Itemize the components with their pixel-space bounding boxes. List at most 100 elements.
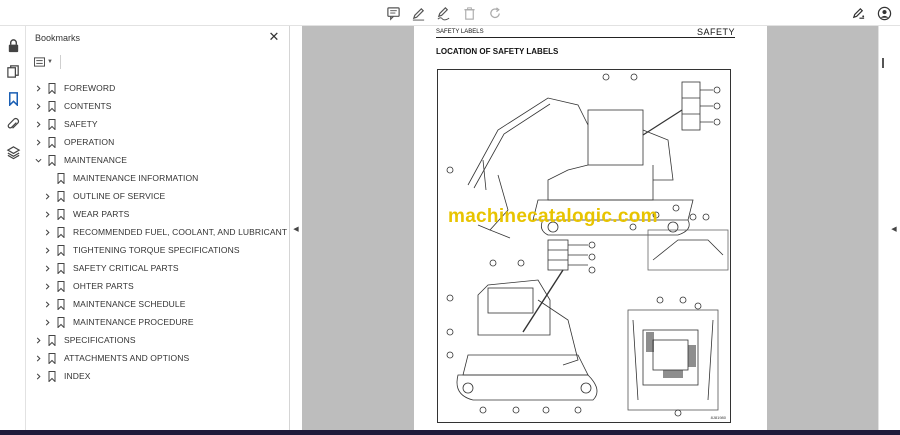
trash-icon[interactable] bbox=[461, 5, 477, 21]
pen-edit-icon[interactable] bbox=[850, 5, 866, 21]
chevron-down-icon: ▼ bbox=[47, 59, 53, 65]
pdf-viewer: Bookmarks ✕ ▼ FOREWORD CONTENTS SAFETY O… bbox=[0, 0, 900, 435]
top-toolbar bbox=[0, 0, 900, 26]
comment-icon[interactable] bbox=[385, 5, 401, 21]
bookmark-item[interactable]: MAINTENANCE bbox=[33, 151, 127, 169]
bookmark-icon bbox=[56, 190, 66, 202]
bookmark-icon bbox=[47, 154, 57, 166]
bookmark-label: ATTACHMENTS AND OPTIONS bbox=[64, 353, 190, 363]
bookmarks-panel: Bookmarks ✕ ▼ FOREWORD CONTENTS SAFETY O… bbox=[26, 26, 290, 435]
chevron-down-icon[interactable] bbox=[33, 155, 43, 165]
chevron-right-icon[interactable] bbox=[42, 299, 52, 309]
chevron-right-icon[interactable] bbox=[33, 137, 43, 147]
account-icon[interactable] bbox=[876, 5, 892, 21]
chevron-right-icon[interactable] bbox=[33, 335, 43, 345]
bookmark-item[interactable]: SAFETY bbox=[33, 115, 98, 133]
page-header-section: SAFETY LABELS bbox=[436, 29, 484, 35]
bookmark-label: MAINTENANCE PROCEDURE bbox=[73, 317, 194, 327]
signature-icon[interactable] bbox=[435, 5, 451, 21]
chevron-right-icon[interactable] bbox=[33, 101, 43, 111]
bookmark-label: WEAR PARTS bbox=[73, 209, 130, 219]
layers-icon[interactable] bbox=[4, 143, 22, 161]
pdf-page: SAFETY LABELS SAFETY LOCATION OF SAFETY … bbox=[414, 26, 767, 430]
bookmark-icon bbox=[56, 226, 66, 238]
bookmark-label: MAINTENANCE bbox=[64, 155, 127, 165]
bookmark-icon bbox=[47, 100, 57, 112]
bookmark-item[interactable]: ATTACHMENTS AND OPTIONS bbox=[33, 349, 189, 367]
bookmark-label: SPECIFICATIONS bbox=[64, 335, 136, 345]
bookmark-label: INDEX bbox=[64, 371, 91, 381]
bookmark-icon bbox=[56, 244, 66, 256]
bookmark-item[interactable]: MAINTENANCE INFORMATION bbox=[42, 169, 198, 187]
watermark-text: machinecatalogic.com bbox=[448, 206, 658, 227]
header-rule bbox=[436, 37, 735, 38]
bookmark-icon bbox=[56, 172, 66, 184]
panel-title: Bookmarks bbox=[35, 33, 81, 43]
bookmark-label: SAFETY bbox=[64, 119, 98, 129]
bookmark-item[interactable]: MAINTENANCE PROCEDURE bbox=[42, 313, 194, 331]
bookmark-icon bbox=[47, 352, 57, 364]
bookmark-item[interactable]: RECOMMENDED FUEL, COOLANT, AND LUBRICANT bbox=[42, 223, 287, 241]
bookmark-icon bbox=[47, 136, 57, 148]
chevron-right-icon[interactable] bbox=[42, 317, 52, 327]
document-viewport[interactable]: SAFETY LABELS SAFETY LOCATION OF SAFETY … bbox=[302, 26, 878, 430]
bookmark-label: MAINTENANCE INFORMATION bbox=[73, 173, 199, 183]
bookmark-item[interactable]: OUTLINE OF SERVICE bbox=[42, 187, 165, 205]
scrollbar-thumb[interactable] bbox=[882, 58, 884, 68]
chevron-right-icon[interactable] bbox=[42, 245, 52, 255]
chevron-right-icon[interactable] bbox=[33, 119, 43, 129]
bookmark-options-button[interactable]: ▼ bbox=[34, 55, 56, 69]
bookmark-icon bbox=[47, 118, 57, 130]
redo-icon[interactable] bbox=[487, 5, 503, 21]
bookmark-label: MAINTENANCE SCHEDULE bbox=[73, 299, 186, 309]
bookmark-icon bbox=[56, 280, 66, 292]
bookmark-label: FOREWORD bbox=[64, 83, 116, 93]
bookmark-item[interactable]: WEAR PARTS bbox=[42, 205, 129, 223]
bookmark-icon bbox=[47, 334, 57, 346]
page-heading: LOCATION OF SAFETY LABELS bbox=[436, 47, 559, 56]
bookmark-label: SAFETY CRITICAL PARTS bbox=[73, 263, 179, 273]
bookmark-item[interactable]: SAFETY CRITICAL PARTS bbox=[42, 259, 179, 277]
chevron-right-icon[interactable] bbox=[42, 263, 52, 273]
close-icon[interactable]: ✕ bbox=[268, 30, 280, 43]
bookmark-item[interactable]: INDEX bbox=[33, 367, 90, 385]
bookmark-label: RECOMMENDED FUEL, COOLANT, AND LUBRICANT bbox=[73, 227, 288, 237]
figure-code: 8J81980 bbox=[710, 415, 726, 420]
bookmark-item[interactable]: TIGHTENING TORQUE SPECIFICATIONS bbox=[42, 241, 240, 259]
bookmark-item[interactable]: OHTER PARTS bbox=[42, 277, 134, 295]
bookmark-item[interactable]: SPECIFICATIONS bbox=[33, 331, 136, 349]
bookmark-icon bbox=[56, 262, 66, 274]
bookmark-item[interactable]: FOREWORD bbox=[33, 79, 115, 97]
chevron-right-icon[interactable] bbox=[42, 191, 52, 201]
chevron-right-icon[interactable] bbox=[33, 83, 43, 93]
bookmark-icon bbox=[56, 316, 66, 328]
bookmark-icon bbox=[56, 208, 66, 220]
bookmark-icon bbox=[47, 82, 57, 94]
chevron-right-icon[interactable] bbox=[33, 371, 43, 381]
pages-icon[interactable] bbox=[4, 62, 22, 80]
taskbar-edge bbox=[0, 430, 900, 435]
attachment-icon[interactable] bbox=[4, 115, 22, 133]
bookmark-label: OHTER PARTS bbox=[73, 281, 134, 291]
bookmark-label: OPERATION bbox=[64, 137, 115, 147]
toolbar-divider bbox=[60, 55, 61, 69]
lock-icon[interactable] bbox=[4, 36, 22, 54]
chevron-right-icon[interactable] bbox=[42, 227, 52, 237]
collapse-right-panel-handle[interactable]: ◀ bbox=[890, 224, 898, 234]
bookmark-label: CONTENTS bbox=[64, 101, 112, 111]
chevron-right-icon[interactable] bbox=[42, 281, 52, 291]
chevron-right-icon[interactable] bbox=[42, 209, 52, 219]
bookmark-label: OUTLINE OF SERVICE bbox=[73, 191, 166, 201]
bookmark-item[interactable]: OPERATION bbox=[33, 133, 114, 151]
bookmark-item[interactable]: MAINTENANCE SCHEDULE bbox=[42, 295, 186, 313]
safety-label-figure: 8J81980 bbox=[437, 69, 731, 423]
bookmark-icon bbox=[56, 298, 66, 310]
bookmark-label: TIGHTENING TORQUE SPECIFICATIONS bbox=[73, 245, 240, 255]
collapse-left-panel-handle[interactable]: ◀ bbox=[292, 224, 300, 234]
bookmark-icon bbox=[47, 370, 57, 382]
bookmark-icon[interactable] bbox=[4, 89, 22, 107]
page-header-chapter: SAFETY bbox=[696, 27, 735, 37]
pen-icon[interactable] bbox=[410, 5, 426, 21]
bookmark-item[interactable]: CONTENTS bbox=[33, 97, 112, 115]
chevron-right-icon[interactable] bbox=[33, 353, 43, 363]
